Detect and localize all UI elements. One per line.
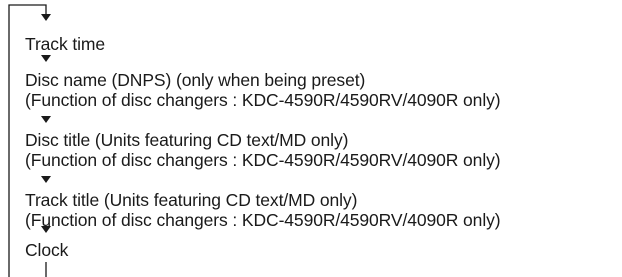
arrow-down-icon: [41, 176, 51, 183]
item-track-title-note: (Function of disc changers : KDC-4590R/4…: [25, 210, 501, 230]
item-track-title: Track title (Units featuring CD text/MD …: [25, 190, 358, 210]
item-track-time: Track time: [25, 34, 106, 54]
item-disc-title: Disc title (Units featuring CD text/MD o…: [25, 130, 349, 150]
arrow-down-icon: [41, 14, 51, 21]
arrow-down-icon: [41, 55, 51, 62]
item-clock: Clock: [25, 240, 69, 260]
item-disc-name: Disc name (DNPS) (only when being preset…: [25, 70, 366, 90]
item-disc-name-note: (Function of disc changers : KDC-4590R/4…: [25, 90, 501, 110]
arrow-down-icon: [41, 116, 51, 123]
item-disc-title-note: (Function of disc changers : KDC-4590R/4…: [25, 150, 501, 170]
